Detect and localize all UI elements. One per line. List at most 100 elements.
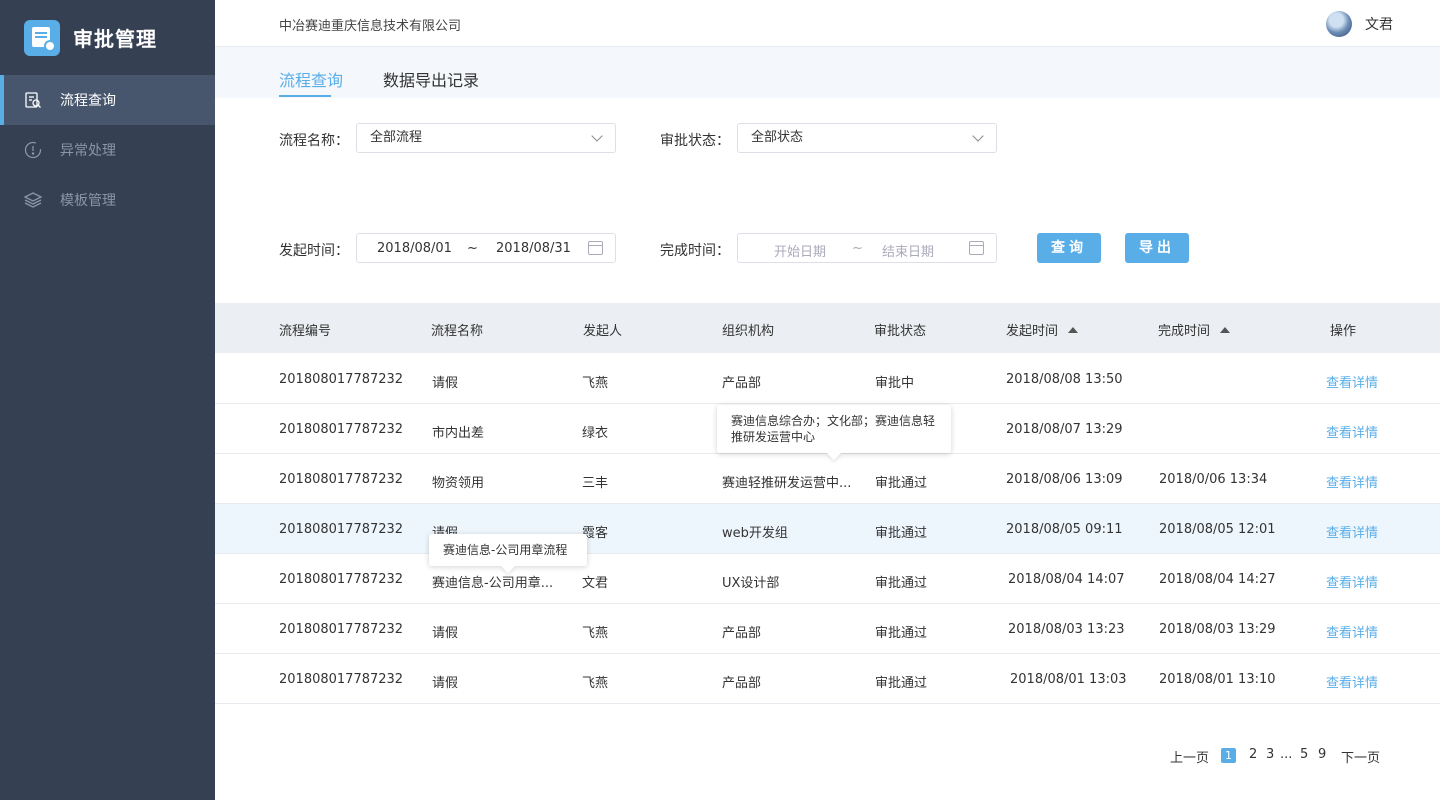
alert-icon bbox=[24, 141, 42, 159]
view-details-link[interactable]: 查看详情 bbox=[1326, 522, 1378, 541]
cell-finish-time: 2018/08/05 12:01 bbox=[1159, 522, 1276, 537]
start-date-to[interactable]: 2018/08/31 bbox=[496, 241, 571, 256]
chevron-down-icon bbox=[591, 130, 603, 142]
finish-date-to[interactable]: 结束日期 bbox=[882, 241, 934, 260]
cell-name: 请假 bbox=[432, 626, 459, 641]
cell-org: 产品部 bbox=[722, 376, 762, 391]
table-row: 201808017787232 请假 飞燕 产品部 审批通过 2018/08/0… bbox=[215, 604, 1440, 654]
finish-time-label: 完成时间： bbox=[660, 243, 730, 259]
cell-name[interactable]: 赛迪信息-公司用章... bbox=[432, 572, 553, 591]
sort-asc-icon[interactable] bbox=[1220, 327, 1231, 333]
calendar-icon[interactable] bbox=[969, 241, 984, 255]
view-details-link[interactable]: 查看详情 bbox=[1326, 422, 1378, 441]
process-name-select[interactable]: 全部流程 bbox=[356, 123, 616, 153]
view-details-link[interactable]: 查看详情 bbox=[1326, 472, 1378, 491]
cell-start-time: 2018/08/04 14:07 bbox=[1008, 572, 1125, 587]
tooltip-line: 推研发运营中心 bbox=[731, 430, 816, 444]
cell-initiator: 飞燕 bbox=[582, 626, 609, 641]
sort-asc-icon[interactable] bbox=[1068, 327, 1079, 333]
cell-status: 审批通过 bbox=[875, 576, 928, 591]
process-name-label: 流程名称： bbox=[279, 133, 349, 149]
avatar[interactable] bbox=[1326, 11, 1352, 37]
next-page-button[interactable]: 下一页 bbox=[1341, 747, 1380, 766]
table-row: 201808017787232 请假 飞燕 产品部 审批通过 2018/08/0… bbox=[215, 654, 1440, 704]
cell-org: web开发组 bbox=[722, 526, 788, 541]
table-row: 201808017787232 请假 飞燕 产品部 审批中 2018/08/08… bbox=[215, 354, 1440, 404]
chevron-down-icon bbox=[972, 130, 984, 142]
cell-org[interactable]: 赛迪轻推研发运营中... bbox=[722, 472, 851, 491]
sidebar-item-label: 模板管理 bbox=[60, 193, 116, 209]
start-date-from[interactable]: 2018/08/01 bbox=[377, 241, 452, 256]
view-details-link[interactable]: 查看详情 bbox=[1326, 622, 1378, 641]
tab-active-indicator bbox=[279, 95, 331, 97]
tooltip-line: 赛迪信息综合办；文化部；赛迪信息轻 bbox=[731, 414, 936, 428]
export-button[interactable]: 导出 bbox=[1125, 233, 1189, 263]
cell-status: 审批通过 bbox=[875, 626, 928, 641]
approval-logo-icon bbox=[24, 19, 60, 56]
sidebar-item-process-query[interactable]: 流程查询 bbox=[0, 75, 215, 125]
cell-initiator: 文君 bbox=[582, 576, 609, 591]
user-menu[interactable]: 文君 bbox=[1326, 11, 1393, 37]
col-header-action: 操作 bbox=[1330, 324, 1357, 339]
tab-process-query[interactable]: 流程查询 bbox=[279, 67, 343, 91]
cell-id: 201808017787232 bbox=[279, 422, 404, 437]
status-select[interactable]: 全部状态 bbox=[737, 123, 997, 153]
cell-name: 市内出差 bbox=[432, 426, 485, 441]
cell-initiator: 绿衣 bbox=[582, 426, 609, 441]
view-details-link[interactable]: 查看详情 bbox=[1326, 572, 1378, 591]
col-header-start-time[interactable]: 发起时间 bbox=[1006, 320, 1079, 339]
brand: 审批管理 bbox=[0, 0, 215, 75]
cell-initiator: 飞燕 bbox=[582, 676, 609, 691]
cell-start-time: 2018/08/03 13:23 bbox=[1008, 622, 1125, 637]
table-row: 201808017787232 请假 霞客 web开发组 审批通过 2018/0… bbox=[215, 504, 1440, 554]
col-header-status: 审批状态 bbox=[874, 324, 927, 339]
process-name-tooltip: 赛迪信息-公司用章流程 bbox=[429, 534, 587, 566]
col-header-finish-time[interactable]: 完成时间 bbox=[1158, 320, 1231, 339]
tab-bar: 流程查询 数据导出记录 bbox=[215, 47, 1440, 98]
prev-page-button[interactable]: 上一页 bbox=[1170, 747, 1209, 766]
view-details-link[interactable]: 查看详情 bbox=[1326, 372, 1378, 391]
sidebar: 审批管理 流程查询 异常处理 模板管理 bbox=[0, 0, 215, 800]
process-name-value: 全部流程 bbox=[370, 130, 423, 145]
col-header-initiator: 发起人 bbox=[583, 324, 623, 339]
cell-finish-time: 2018/08/04 14:27 bbox=[1159, 572, 1276, 587]
cell-org: 产品部 bbox=[722, 626, 762, 641]
page-1-button[interactable]: 1 bbox=[1221, 748, 1236, 763]
page-9-button[interactable]: 9 bbox=[1318, 747, 1326, 762]
cell-start-time: 2018/08/06 13:09 bbox=[1006, 472, 1123, 487]
search-doc-icon bbox=[24, 91, 42, 109]
status-label: 审批状态： bbox=[660, 133, 730, 149]
cell-finish-time: 2018/08/01 13:10 bbox=[1159, 672, 1276, 687]
cell-start-time: 2018/08/08 13:50 bbox=[1006, 372, 1123, 387]
cell-initiator: 飞燕 bbox=[582, 376, 609, 391]
sidebar-item-exception[interactable]: 异常处理 bbox=[0, 125, 215, 175]
cell-finish-time: 2018/0/06 13:34 bbox=[1159, 472, 1268, 487]
calendar-icon[interactable] bbox=[588, 241, 603, 255]
page-2-button[interactable]: 2 bbox=[1249, 747, 1257, 762]
username[interactable]: 文君 bbox=[1365, 14, 1393, 34]
query-button[interactable]: 查询 bbox=[1037, 233, 1101, 263]
cell-finish-time: 2018/08/03 13:29 bbox=[1159, 622, 1276, 637]
finish-date-range[interactable]: 开始日期 ~ 结束日期 bbox=[737, 233, 997, 263]
tab-export-records[interactable]: 数据导出记录 bbox=[383, 67, 479, 91]
cell-id: 201808017787232 bbox=[279, 672, 404, 687]
view-details-link[interactable]: 查看详情 bbox=[1326, 672, 1378, 691]
finish-date-from[interactable]: 开始日期 bbox=[774, 241, 826, 260]
org-tooltip: 赛迪信息综合办；文化部；赛迪信息轻 推研发运营中心 bbox=[717, 405, 951, 453]
cell-name: 请假 bbox=[432, 676, 459, 691]
col-header-name: 流程名称 bbox=[431, 324, 484, 339]
page-5-button[interactable]: 5 bbox=[1300, 747, 1308, 762]
sidebar-item-template[interactable]: 模板管理 bbox=[0, 175, 215, 225]
cell-id: 201808017787232 bbox=[279, 622, 404, 637]
range-separator: ~ bbox=[467, 241, 478, 256]
layers-icon bbox=[24, 191, 42, 209]
cell-status: 审批通过 bbox=[875, 476, 928, 491]
col-header-label: 完成时间 bbox=[1158, 324, 1211, 339]
status-value: 全部状态 bbox=[751, 130, 804, 145]
cell-status: 审批中 bbox=[875, 376, 915, 391]
start-date-range[interactable]: 2018/08/01 ~ 2018/08/31 bbox=[356, 233, 616, 263]
page-3-button[interactable]: 3 bbox=[1266, 747, 1274, 762]
sidebar-item-label: 流程查询 bbox=[60, 93, 116, 109]
cell-initiator: 三丰 bbox=[582, 476, 609, 491]
company-name: 中冶赛迪重庆信息技术有限公司 bbox=[279, 19, 462, 34]
